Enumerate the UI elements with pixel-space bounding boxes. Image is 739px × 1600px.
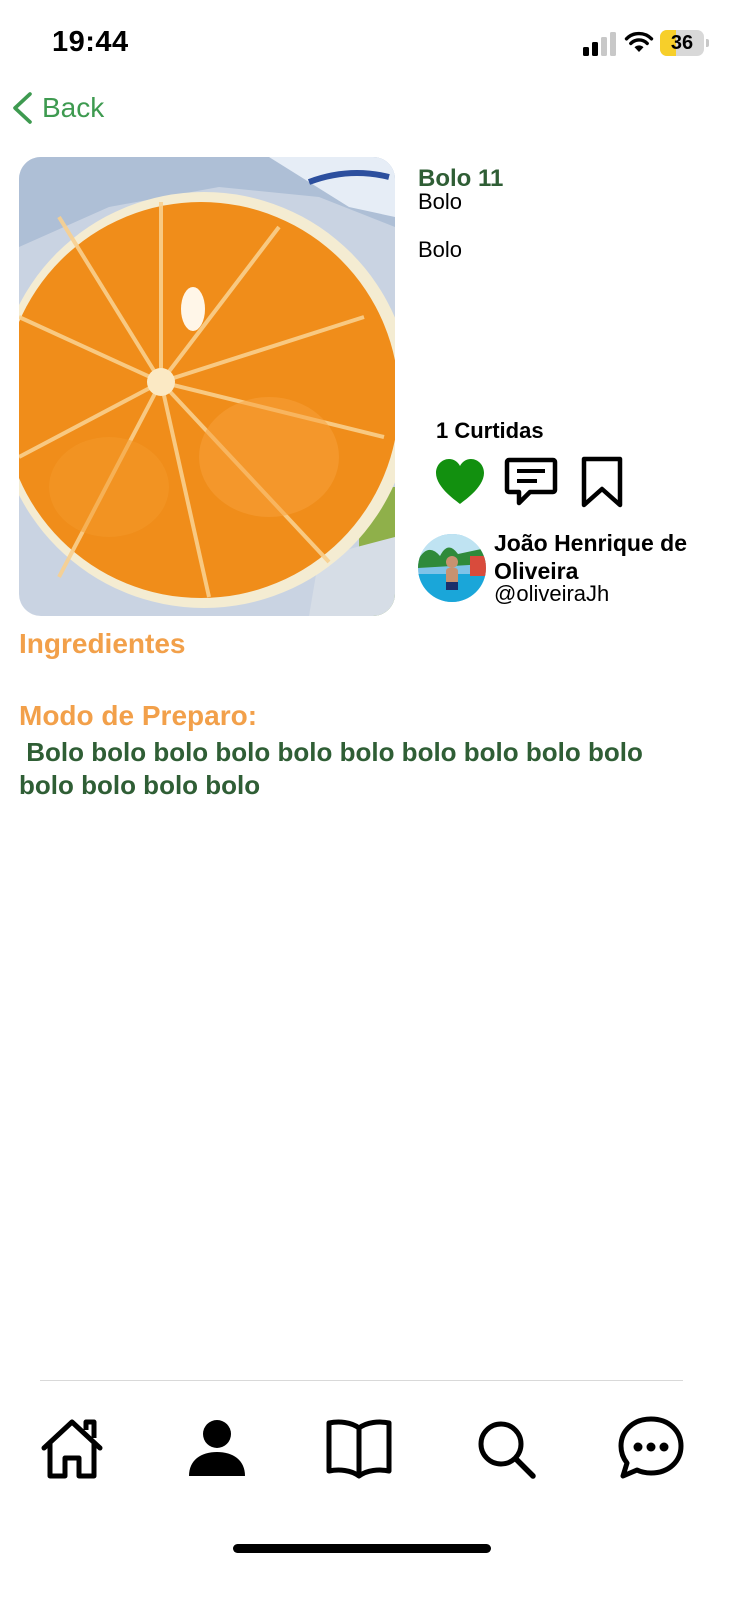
chevron-left-icon xyxy=(13,92,32,124)
home-indicator[interactable] xyxy=(233,1544,491,1553)
status-time: 19:44 xyxy=(52,26,129,58)
heart-icon[interactable] xyxy=(434,458,486,506)
back-label: Back xyxy=(42,92,105,123)
wifi-icon xyxy=(624,31,654,52)
preparation-heading: Modo de Preparo: xyxy=(19,700,258,731)
orange-slice-image xyxy=(19,157,395,616)
nav-divider xyxy=(40,1380,683,1381)
battery-body: 36 xyxy=(660,30,704,56)
recipe-category: Bolo xyxy=(418,189,463,214)
profile-icon[interactable] xyxy=(183,1414,251,1482)
ingredients-heading: Ingredientes xyxy=(19,628,186,659)
book-icon[interactable] xyxy=(325,1414,393,1482)
avatar[interactable] xyxy=(418,534,486,602)
recipe-photo xyxy=(19,157,395,616)
battery-level: 36 xyxy=(670,32,694,54)
status-bar: 19:44 36 xyxy=(0,0,739,90)
chat-icon[interactable] xyxy=(617,1414,685,1482)
author-name[interactable]: João Henrique de Oliveira xyxy=(494,529,724,585)
search-icon[interactable] xyxy=(471,1414,539,1482)
recipe-description: Bolo xyxy=(418,237,463,262)
avatar-photo xyxy=(418,534,486,602)
bookmark-icon[interactable] xyxy=(580,456,624,508)
battery-indicator: 36 xyxy=(660,30,709,56)
back-button[interactable]: Back xyxy=(10,90,104,126)
comment-icon[interactable] xyxy=(504,456,558,508)
home-icon[interactable] xyxy=(38,1414,106,1482)
cellular-signal-icon xyxy=(583,32,616,56)
author-handle[interactable]: @oliveiraJh xyxy=(494,581,609,607)
preparation-text: Bolo bolo bolo bolo bolo bolo bolo bolo … xyxy=(19,737,651,800)
likes-count: 1 Curtidas xyxy=(436,418,544,443)
battery-tip xyxy=(706,39,709,47)
